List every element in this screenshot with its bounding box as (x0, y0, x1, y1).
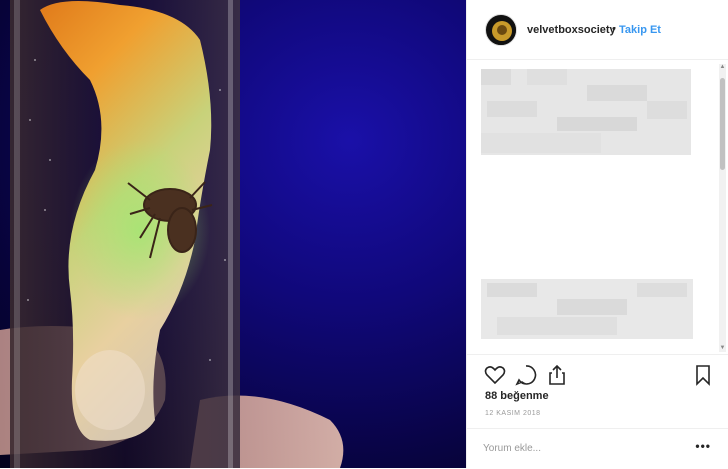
heart-icon[interactable] (483, 363, 507, 387)
share-icon[interactable] (545, 363, 569, 387)
post-header: velvetboxsociety • Takip Et (467, 0, 728, 60)
follow-button[interactable]: Takip Et (619, 24, 661, 36)
amber-spider-photo (0, 0, 344, 468)
action-bar (467, 354, 728, 395)
comment-icon[interactable] (514, 363, 538, 387)
bookmark-icon[interactable] (691, 363, 715, 387)
instagram-post: velvetboxsociety • Takip Et ▲ ▼ 88 beğen… (0, 0, 728, 468)
pixelated-caption-icon (481, 69, 693, 339)
comment-bar: ••• (467, 428, 728, 469)
more-options-icon[interactable]: ••• (695, 439, 711, 453)
post-side-panel: velvetboxsociety • Takip Et ▲ ▼ 88 beğen… (466, 0, 728, 468)
post-photo[interactable] (0, 0, 466, 468)
caption-area (467, 61, 728, 353)
username-link[interactable]: velvetboxsociety (527, 24, 616, 36)
scrollbar-thumb[interactable] (720, 78, 725, 170)
like-count[interactable]: 88 beğenme (485, 390, 549, 402)
comment-input[interactable] (483, 439, 683, 457)
scroll-down-icon[interactable]: ▼ (719, 345, 726, 352)
header-separator: • (612, 23, 616, 35)
caption-scrollbar[interactable]: ▲ ▼ (719, 64, 726, 352)
profile-avatar-icon[interactable] (485, 14, 517, 46)
post-date[interactable]: 12 KASIM 2018 (485, 410, 541, 417)
scroll-up-icon[interactable]: ▲ (719, 64, 726, 71)
